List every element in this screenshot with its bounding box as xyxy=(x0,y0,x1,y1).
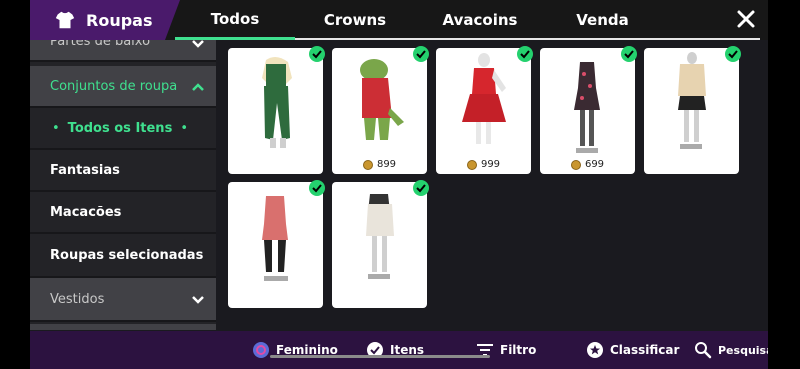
bullet-icon: • xyxy=(52,120,60,136)
sidebar-item-fantasias[interactable]: Fantasias xyxy=(30,150,216,192)
gender-filter-button[interactable]: Feminino xyxy=(252,331,338,369)
sidebar-item-conjuntos[interactable]: Conjuntos de roupa xyxy=(30,66,216,108)
close-icon[interactable] xyxy=(736,9,756,29)
filter-label: Filtro xyxy=(500,343,537,357)
search-icon xyxy=(695,342,712,359)
outfit-overalls-image xyxy=(262,56,292,148)
item-price: 899 xyxy=(332,159,427,170)
sidebar-item-label: Partes de baixo xyxy=(50,40,151,49)
item-card[interactable] xyxy=(228,180,325,308)
coin-icon xyxy=(466,159,477,170)
owned-check-icon xyxy=(413,180,429,196)
owned-check-icon xyxy=(725,46,741,62)
sidebar-item-label: Fantasias xyxy=(50,162,120,178)
top-bar: Roupas Todos Crowns Avacoins Venda xyxy=(30,0,768,40)
sort-button[interactable]: Classificar xyxy=(586,331,679,369)
owned-check-icon xyxy=(309,180,325,196)
tab-label: Avacoins xyxy=(442,11,518,29)
section-title: Roupas xyxy=(30,0,180,40)
price-value: 899 xyxy=(376,159,397,170)
items-filter-button[interactable]: Itens xyxy=(366,331,424,369)
sidebar-item-label: Todos os Itens xyxy=(67,120,173,136)
sidebar-item-vestidos[interactable]: Vestidos xyxy=(30,278,216,322)
price-value: 999 xyxy=(480,159,501,170)
tab-label: Crowns xyxy=(323,11,387,29)
tab-underline xyxy=(295,38,760,40)
app-frame: Roupas Todos Crowns Avacoins Venda Parte… xyxy=(30,0,768,369)
tab-label: Todos xyxy=(210,9,260,28)
sidebar-item-more[interactable] xyxy=(30,324,216,330)
home-indicator[interactable] xyxy=(270,355,490,358)
item-price: 699 xyxy=(540,159,635,170)
sidebar-item-label: Vestidos xyxy=(50,291,105,307)
tab-label: Venda xyxy=(576,11,629,29)
shirt-icon xyxy=(55,11,75,29)
chevron-up-icon xyxy=(192,83,204,91)
outfit-white-top-image xyxy=(366,194,394,279)
bottom-toolbar: Feminino Itens Filtro Classificar Pesqui… xyxy=(30,331,768,369)
item-card[interactable] xyxy=(332,180,429,308)
filter-button[interactable]: Filtro xyxy=(476,331,536,369)
item-card[interactable]: 699 xyxy=(540,46,637,174)
category-sidebar: Partes de baixo Conjuntos de roupa • Tod… xyxy=(30,40,216,330)
price-value: 699 xyxy=(584,159,605,170)
sidebar-item-label: Roupas selecionadas xyxy=(50,247,204,263)
tab-venda[interactable]: Venda xyxy=(550,0,655,40)
owned-check-icon xyxy=(621,46,637,62)
gender-icon xyxy=(253,342,269,358)
sidebar-item-todos-os-itens[interactable]: • Todos os Itens • xyxy=(30,108,216,150)
chevron-down-icon xyxy=(192,296,204,304)
bullet-icon: • xyxy=(180,120,188,136)
item-card[interactable]: 999 xyxy=(436,46,533,174)
sidebar-item-partes-de-baixo[interactable]: Partes de baixo xyxy=(30,40,216,62)
sort-label: Classificar xyxy=(610,343,680,357)
page-title: Roupas xyxy=(86,10,153,30)
tab-avacoins[interactable]: Avacoins xyxy=(425,0,535,40)
sidebar-item-label: Macacões xyxy=(50,204,122,220)
outfit-dino-costume-image xyxy=(360,59,404,140)
star-icon xyxy=(587,342,603,358)
item-price: 999 xyxy=(436,159,531,170)
outfit-cheerleader-image xyxy=(462,53,506,144)
outfit-floral-dress-image xyxy=(574,62,600,153)
search-button[interactable]: Pesquisa xyxy=(694,331,768,369)
search-label: Pesquisa xyxy=(718,343,768,357)
item-card[interactable] xyxy=(228,46,325,174)
coin-icon xyxy=(362,159,373,170)
sidebar-item-label: Conjuntos de roupa xyxy=(50,78,178,94)
item-card[interactable]: 899 xyxy=(332,46,429,174)
owned-check-icon xyxy=(309,46,325,62)
tab-crowns[interactable]: Crowns xyxy=(300,0,410,40)
item-card[interactable] xyxy=(644,46,741,174)
sidebar-item-roupas-selecionadas[interactable]: Roupas selecionadas xyxy=(30,234,216,278)
outfit-sweater-skirt-image xyxy=(678,52,706,149)
chevron-down-icon xyxy=(192,40,204,48)
owned-check-icon xyxy=(413,46,429,62)
coin-icon xyxy=(570,159,581,170)
tab-todos[interactable]: Todos xyxy=(175,0,295,40)
sidebar-item-macacoes[interactable]: Macacões xyxy=(30,192,216,234)
outfit-pink-dress-image xyxy=(262,196,288,281)
owned-check-icon xyxy=(517,46,533,62)
